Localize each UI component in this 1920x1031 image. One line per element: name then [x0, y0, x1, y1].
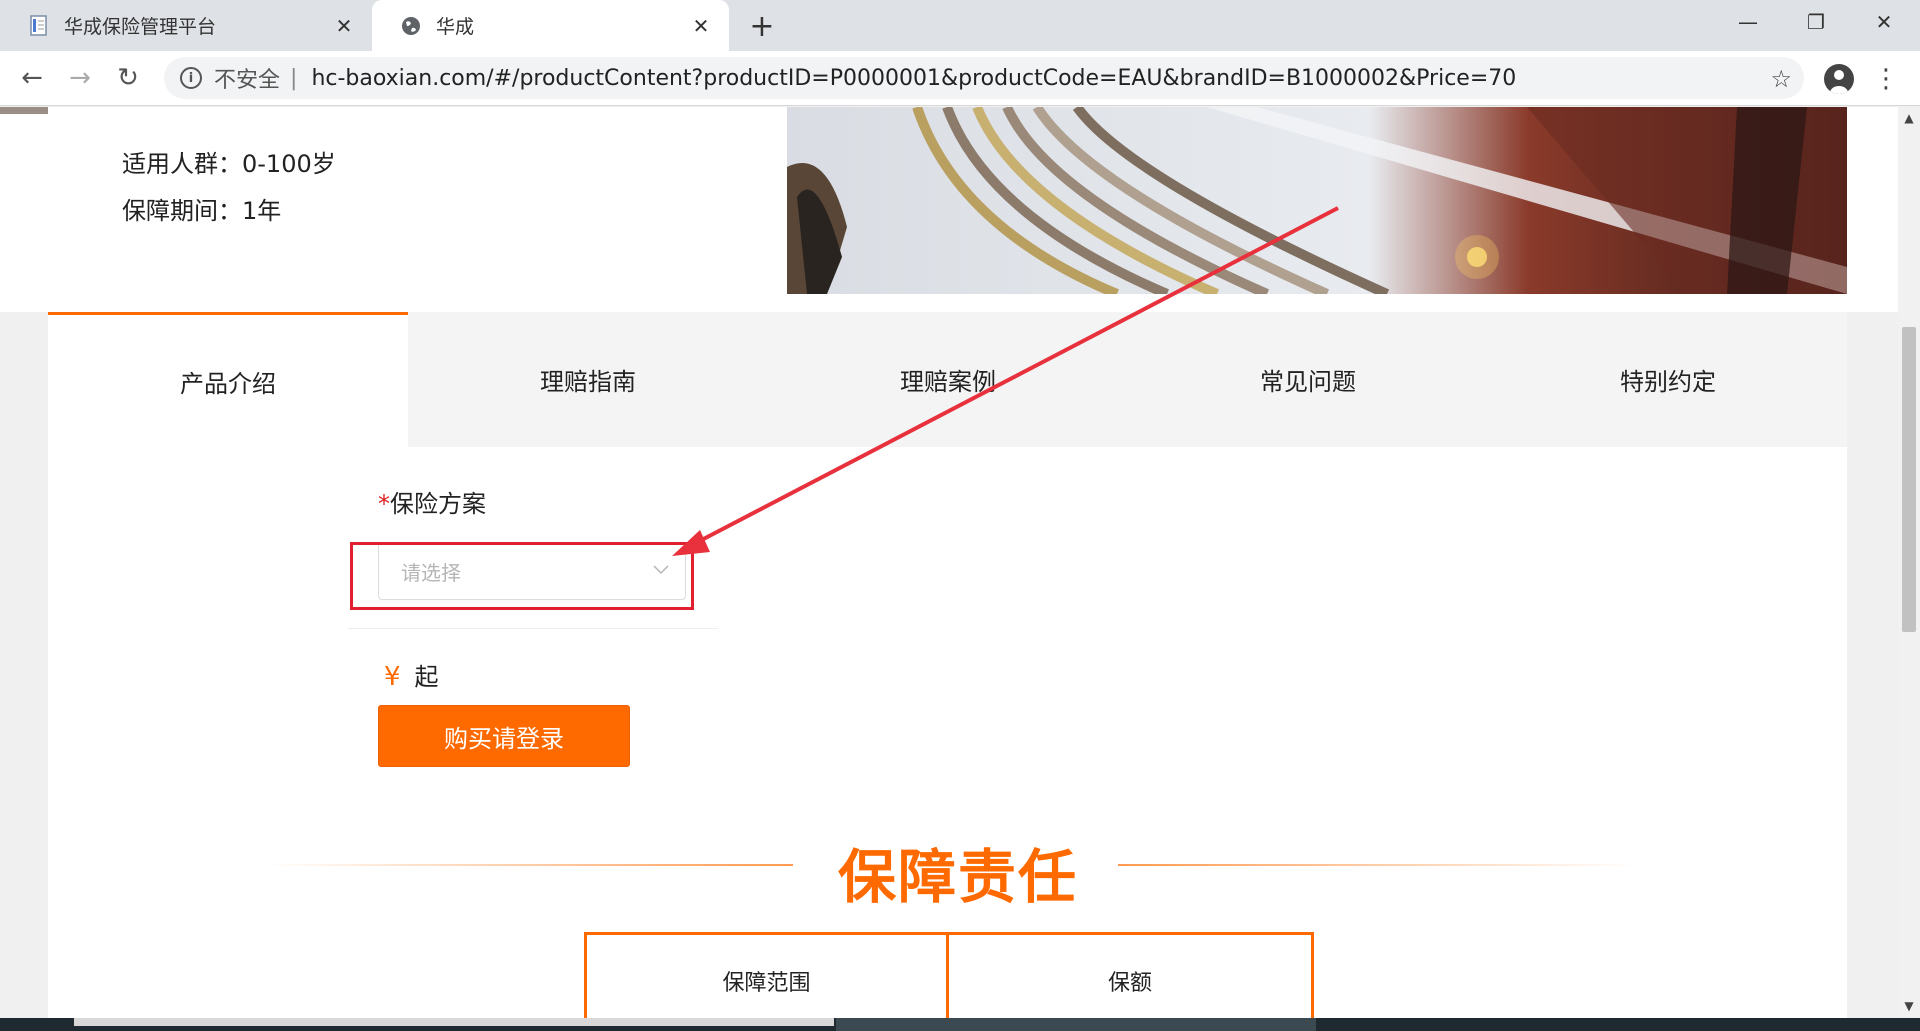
price: ¥ 起 — [384, 657, 439, 692]
price-suffix: 起 — [414, 663, 439, 691]
taskbar-segment — [836, 1018, 1316, 1031]
page-icon — [28, 14, 50, 37]
tab-faq[interactable]: 常见问题 — [1128, 312, 1488, 447]
coverage-column-amount: 保额 — [1108, 971, 1153, 996]
section-title: 保障责任 — [837, 843, 1078, 911]
buy-login-button[interactable]: 购买请登录 — [378, 705, 630, 767]
period-text: 保障期间：1年 — [122, 197, 282, 225]
tab-claims-cases[interactable]: 理赔案例 — [768, 312, 1128, 447]
title-line-right — [1118, 864, 1638, 866]
product-hero-image — [787, 107, 1847, 294]
tab-special-terms[interactable]: 特别约定 — [1488, 312, 1848, 447]
horizontal-scrollbar[interactable] — [74, 1018, 834, 1026]
scroll-down-icon[interactable]: ▼ — [1898, 997, 1920, 1015]
forward-button[interactable]: → — [62, 60, 98, 96]
tab-title: 华成 — [436, 16, 475, 38]
coverage-section-header: 保障责任 — [48, 812, 1847, 912]
banner-edge — [0, 107, 48, 114]
scroll-up-icon[interactable]: ▲ — [1898, 109, 1920, 127]
restore-button[interactable]: ❐ — [1782, 0, 1850, 44]
coverage-table: 保障范围 保额 — [584, 932, 1314, 1018]
browser-tab-admin[interactable]: 华成保险管理平台 ✕ — [0, 0, 372, 51]
profile-avatar-icon[interactable] — [1824, 64, 1854, 94]
plan-label: *保险方案 — [378, 484, 486, 519]
back-button[interactable]: ← — [14, 60, 50, 96]
url-text[interactable]: hc-baoxian.com/#/productContent?productI… — [311, 66, 1516, 91]
title-line-left — [263, 864, 793, 866]
currency-symbol: ¥ — [384, 662, 401, 692]
new-tab-button[interactable]: + — [745, 9, 779, 44]
divider — [348, 628, 718, 629]
bookmark-star-icon[interactable]: ☆ — [1770, 65, 1792, 93]
required-mark: * — [378, 490, 390, 518]
security-label: 不安全 — [214, 68, 281, 93]
tab-title: 华成保险管理平台 — [64, 16, 217, 38]
info-icon[interactable]: i — [180, 67, 202, 89]
browser-tab-huacheng[interactable]: 华成 ✕ — [372, 0, 729, 51]
taskbar — [0, 1018, 1920, 1031]
address-bar[interactable]: i 不安全 | hc-baoxian.com/#/productContent?… — [164, 57, 1804, 99]
plan-label-text: 保险方案 — [390, 490, 486, 518]
browser-toolbar: ← → ↻ i 不安全 | hc-baoxian.com/#/productCo… — [0, 51, 1920, 106]
minimize-button[interactable]: — — [1714, 0, 1782, 44]
product-header: 适用人群：0-100岁 保障期间：1年 — [0, 107, 1898, 312]
product-tabs: 产品介绍 理赔指南 理赔案例 常见问题 特别约定 — [48, 312, 1847, 447]
close-icon[interactable]: ✕ — [332, 14, 356, 38]
close-icon[interactable]: ✕ — [689, 14, 713, 38]
tab-product-intro[interactable]: 产品介绍 — [48, 312, 408, 447]
audience-text: 适用人群：0-100岁 — [122, 150, 336, 178]
reload-button[interactable]: ↻ — [110, 60, 146, 96]
product-content: 产品介绍 理赔指南 理赔案例 常见问题 特别约定 *保险方案 请选择 ¥ 起 购… — [48, 312, 1847, 1018]
highlight-box — [350, 542, 694, 610]
page-viewport: 适用人群：0-100岁 保障期间：1年 产品介绍 理赔指南 理赔案例 常见问题 … — [0, 107, 1898, 1018]
coverage-column-scope: 保障范围 — [587, 935, 950, 1018]
separator: | — [290, 65, 298, 91]
menu-icon[interactable]: ⋮ — [1873, 61, 1899, 97]
tab-claims-guide[interactable]: 理赔指南 — [408, 312, 768, 447]
scroll-thumb[interactable] — [1902, 327, 1916, 632]
window-close-button[interactable]: ✕ — [1850, 0, 1918, 44]
globe-icon — [400, 15, 422, 37]
vertical-scrollbar[interactable]: ▲ ▼ — [1898, 107, 1920, 1018]
browser-tab-bar: 华成保险管理平台 ✕ 华成 ✕ + — ❐ ✕ — [0, 0, 1920, 51]
